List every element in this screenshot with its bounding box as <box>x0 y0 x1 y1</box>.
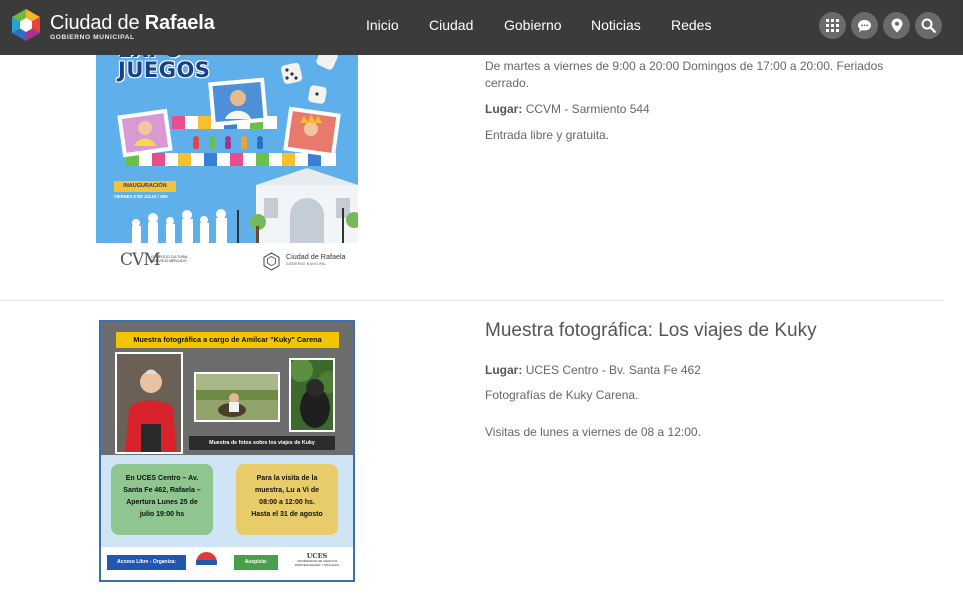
city-logo-name: Ciudad de Rafaela <box>286 252 346 261</box>
cvm-logo-text: COMPLEJO CULTURAL DEL VIEJO MERCADO <box>151 255 188 264</box>
nav-link-redes[interactable]: Redes <box>671 17 711 33</box>
box-left-line-4: julio 19:00 hs <box>139 511 185 518</box>
poster-box-left: En UCES Centro – Av. Santa Fe 462, Rafae… <box>111 464 213 535</box>
poster-inner: Muestra fotográfica a cargo de Amilcar "… <box>101 322 353 580</box>
brand-link[interactable]: Ciudad de Rafaela GOBIERNO MUNICIPAL <box>50 13 215 42</box>
box-left-line-3: Apertura Lunes 25 de <box>126 499 198 506</box>
event1-note: Entrada libre y gratuita. <box>485 128 610 142</box>
photo-landscape <box>194 372 280 422</box>
nav-link-gobierno[interactable]: Gobierno <box>504 17 562 33</box>
uces-logo: UCES UNIVERSIDAD DE CIENCIAS EMPRESARIAL… <box>289 552 345 567</box>
top-navbar: Ciudad de Rafaela GOBIERNO MUNICIPAL Ini… <box>0 0 963 55</box>
poster-organiza-label: Acceso Libre - Organiza: <box>107 555 186 570</box>
organizer-logo-icon <box>196 552 217 573</box>
brand-name-regular: Ciudad de <box>50 12 145 34</box>
box-right-line-4: Hasta el 31 de agosto <box>251 511 323 518</box>
photo-gorilla <box>289 358 335 432</box>
box-right-line-3: 08:00 a 12:00 hs. <box>259 499 315 506</box>
poster-auspicia-label: Auspicia: <box>234 555 278 570</box>
box-right-line-2: muestra, Lu a Vi de <box>254 487 320 494</box>
cvm-logo-line-2: DEL VIEJO MERCADO <box>151 259 187 264</box>
brand-subtitle: GOBIERNO MUNICIPAL <box>50 34 135 41</box>
poster-date: VIERNES 8 DE JULIO / 18H <box>114 194 168 199</box>
city-logo-small-icon <box>263 252 280 271</box>
poster-box-right: Para la visita de la muestra, Lu a Vi de… <box>236 464 338 535</box>
chat-bubble-icon <box>858 19 871 32</box>
event2-place: Lugar: UCES Centro - Bv. Santa Fe 462 <box>485 362 701 379</box>
event2-title[interactable]: Muestra fotográfica: Los viajes de Kuky <box>485 320 817 342</box>
event1-place-value: CCVM - Sarmiento 544 <box>525 102 650 116</box>
search-button[interactable] <box>915 12 942 39</box>
event1-place-label: Lugar: <box>485 102 523 116</box>
event1-schedule: De martes a viernes de 9:00 a 20:00 Domi… <box>485 59 884 90</box>
uces-logo-sub: UNIVERSIDAD DE CIENCIAS EMPRESARIALES Y … <box>295 559 339 567</box>
event1-place: Lugar: CCVM - Sarmiento 544 <box>485 101 650 118</box>
location-pin-icon <box>891 18 902 33</box>
event-divider <box>0 300 944 301</box>
event2-desc: Fotografías de Kuky Carena. <box>485 388 639 402</box>
location-button[interactable] <box>883 12 910 39</box>
event2-place-value: UCES Centro - Bv. Santa Fe 462 <box>525 363 701 377</box>
poster-footer: CVM COMPLEJO CULTURAL DEL VIEJO MERCADO … <box>96 243 358 275</box>
nav-link-ciudad[interactable]: Ciudad <box>429 17 473 33</box>
event-poster-kuky[interactable]: Muestra fotográfica a cargo de Amilcar "… <box>99 320 355 582</box>
city-logo-sub: GOBIERNO MUNICIPAL <box>286 262 327 266</box>
photo-portrait <box>115 352 183 454</box>
nav-link-inicio[interactable]: Inicio <box>366 17 399 33</box>
box-left-line-1: En UCES Centro – Av. <box>125 475 199 482</box>
chat-button[interactable] <box>851 12 878 39</box>
city-logo[interactable] <box>9 8 43 42</box>
poster-sponsors: Acceso Libre - Organiza: Auspicia: UCES … <box>101 547 353 580</box>
event2-schedule: Visitas de lunes a viernes de 08 a 12:00… <box>485 425 701 439</box>
event2-place-label: Lugar: <box>485 363 523 377</box>
apps-button[interactable] <box>819 12 846 39</box>
apps-grid-icon <box>826 19 839 32</box>
poster-header: Muestra fotográfica a cargo de Amilcar "… <box>116 332 339 348</box>
box-left-line-2: Santa Fe 462, Rafaela – <box>123 487 201 494</box>
brand-name-bold: Rafaela <box>144 12 215 34</box>
search-icon <box>921 18 936 33</box>
poster-badge: INAUGURACIÓN <box>114 181 176 192</box>
nav-link-noticias[interactable]: Noticias <box>591 17 641 33</box>
poster-caption: Muestra de fotos sobre los viajes de Kuk… <box>189 436 335 450</box>
box-right-line-1: Para la visita de la <box>256 475 318 482</box>
